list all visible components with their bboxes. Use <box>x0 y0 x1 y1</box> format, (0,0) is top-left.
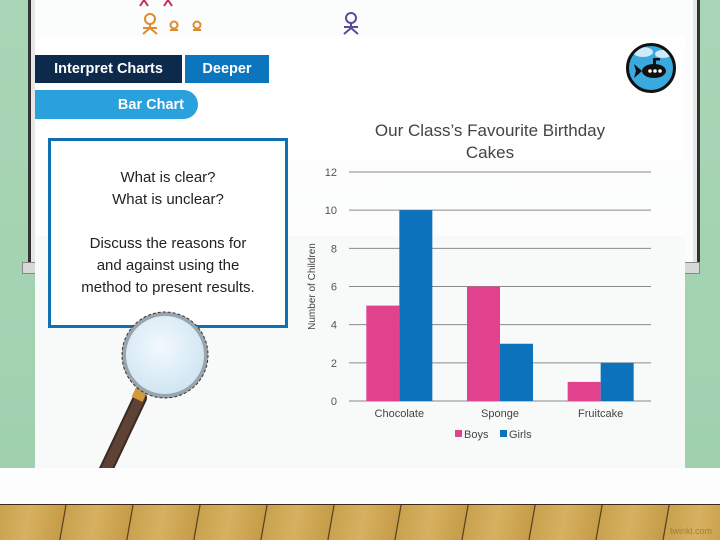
x-tick-label: Sponge <box>481 408 519 420</box>
y-tick-label: 6 <box>331 282 337 294</box>
tab-deeper[interactable]: Deeper <box>185 55 269 83</box>
chart-title-line: Our Class’s Favourite Birthday <box>374 121 606 140</box>
x-tick-label: Chocolate <box>375 408 425 420</box>
y-tick-label: 4 <box>331 320 337 332</box>
y-axis-label: Number of Children <box>307 243 318 330</box>
submarine-icon <box>626 43 676 93</box>
bar-boys-sponge <box>467 286 500 401</box>
bar-girls-chocolate <box>399 210 433 401</box>
bar-girls-fruitcake <box>600 362 634 401</box>
legend-label-boys: Boys <box>464 429 489 441</box>
y-tick-label: 0 <box>331 396 337 408</box>
bar-chart: 0 2 4 6 8 10 12 Number of Children Chocolate Spon… <box>307 167 651 441</box>
prompt-line: and against using the <box>96 257 240 274</box>
y-tick-label: 8 <box>331 243 337 255</box>
y-tick-label: 12 <box>325 167 337 179</box>
stick-figure-purple <box>343 12 359 35</box>
magnifying-glass-icon <box>95 311 209 485</box>
bar-boys-chocolate <box>366 305 400 401</box>
y-tick-label: 2 <box>331 358 337 370</box>
prompt-line: What is clear? <box>120 169 216 186</box>
prompt-line: method to present results. <box>81 279 255 296</box>
legend-swatch-girls <box>500 430 507 437</box>
chart-title: Our Class’s Favourite Birthday Cakes <box>340 120 640 164</box>
tab-bar-chart[interactable]: Bar Chart <box>35 90 198 119</box>
legend-swatch-boys <box>455 430 462 437</box>
discussion-prompt-box: What is clear? What is unclear? Discuss … <box>48 138 288 328</box>
tab-interpret-charts[interactable]: Interpret Charts <box>35 55 182 83</box>
bar-boys-fruitcake <box>567 381 601 401</box>
y-tick-label: 10 <box>325 205 337 217</box>
prompt-line: Discuss the reasons for <box>89 235 247 252</box>
legend-label-girls: Girls <box>509 429 532 441</box>
stick-figure-orange <box>142 13 202 35</box>
skirting-board <box>0 468 720 506</box>
wooden-floor <box>0 505 720 540</box>
x-tick-label: Fruitcake <box>578 408 623 420</box>
prompt-line: What is unclear? <box>112 191 224 208</box>
watermark: twinkl.com <box>669 526 712 536</box>
bar-girls-sponge <box>500 343 533 401</box>
